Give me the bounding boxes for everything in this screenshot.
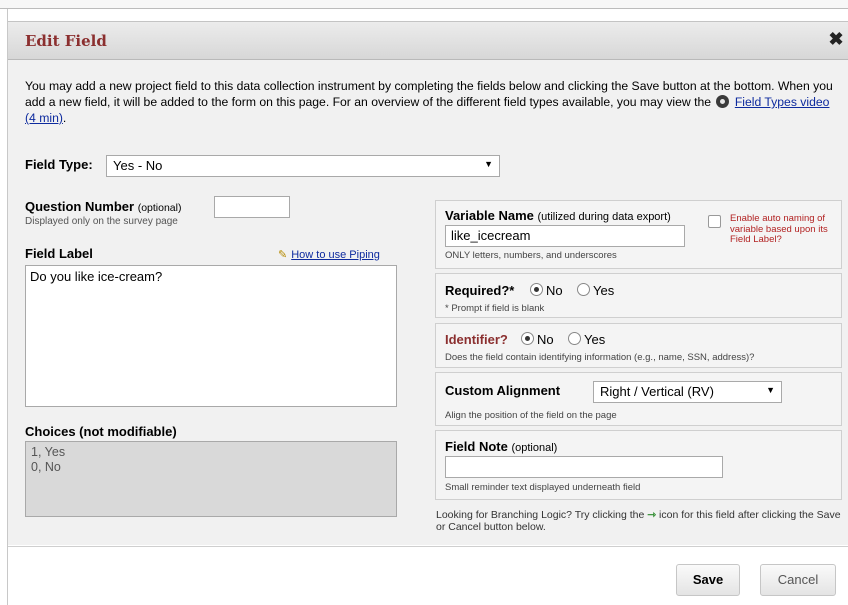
dialog-titlebar: Edit Field ✖ — [8, 21, 848, 60]
chevron-down-icon: ▼ — [484, 159, 493, 169]
cancel-button[interactable]: Cancel — [760, 564, 836, 596]
choice-item: 0, No — [31, 460, 61, 474]
variable-name-title: Variable Name — [445, 208, 534, 223]
required-hint: * Prompt if field is blank — [445, 303, 545, 314]
edit-field-dialog: Edit Field ✖ You may add a new project f… — [7, 9, 848, 605]
variable-name-panel: Variable Name (utilized during data expo… — [435, 200, 842, 269]
auto-naming-label: Enable auto naming of variable based upo… — [730, 213, 828, 245]
field-note-hint: Small reminder text displayed underneath… — [445, 482, 641, 493]
identifier-yes-label: Yes — [584, 332, 606, 347]
intro-text: You may add a new project field to this … — [25, 78, 835, 126]
required-yes-label: Yes — [593, 283, 615, 298]
piping-help-link[interactable]: ✎ How to use Piping — [278, 248, 380, 261]
footer-divider — [8, 546, 848, 547]
radio-unselected-icon — [577, 283, 590, 296]
radio-selected-icon — [521, 332, 534, 345]
question-number-hint: Displayed only on the survey page — [25, 216, 178, 227]
close-icon[interactable]: ✖ — [827, 29, 845, 49]
alignment-select[interactable]: Right / Vertical (RV) ▼ — [593, 381, 782, 403]
alignment-hint: Align the position of the field on the p… — [445, 410, 617, 421]
identifier-hint: Does the field contain identifying infor… — [445, 352, 755, 363]
field-label-title: Field Label — [25, 246, 93, 261]
required-no-label: No — [546, 283, 563, 298]
dialog-title: Edit Field — [25, 32, 107, 50]
field-type-value: Yes - No — [113, 158, 163, 173]
field-note-optional: (optional) — [511, 442, 558, 454]
identifier-panel: Identifier? No Yes Does the field contai… — [435, 323, 842, 368]
radio-selected-icon — [530, 283, 543, 296]
alignment-value: Right / Vertical (RV) — [600, 384, 714, 399]
choices-box: 1, Yes 0, No — [25, 441, 397, 517]
pencil-icon: ✎ — [278, 249, 288, 261]
intro-end: . — [62, 111, 67, 125]
branching-funnel-icon: ⇾ — [647, 509, 657, 521]
film-reel-icon — [716, 95, 730, 108]
variable-name-label: Variable Name (utilized during data expo… — [445, 208, 671, 223]
identifier-no-label: No — [537, 332, 554, 347]
field-note-input[interactable] — [445, 456, 723, 478]
question-number-input[interactable] — [214, 196, 290, 218]
field-note-title: Field Note — [445, 439, 508, 454]
identifier-radio-no[interactable]: No — [521, 332, 554, 347]
branching-text-before: Looking for Branching Logic? Try clickin… — [436, 509, 645, 521]
question-number-optional: (optional) — [137, 202, 182, 214]
field-note-label: Field Note (optional) — [445, 439, 557, 454]
auto-naming-checkbox[interactable] — [708, 215, 721, 228]
question-number-label: Question Number (optional) — [25, 199, 181, 214]
branching-logic-hint: Looking for Branching Logic? Try clickin… — [436, 509, 841, 533]
question-number-title: Question Number — [25, 199, 135, 214]
alignment-label: Custom Alignment — [445, 383, 561, 398]
radio-unselected-icon — [568, 332, 581, 345]
variable-name-note: (utilized during data export) — [537, 211, 671, 223]
required-panel: Required?* No Yes * Prompt if field is b… — [435, 273, 842, 318]
variable-name-hint: ONLY letters, numbers, and underscores — [445, 250, 617, 261]
page-top-strip — [0, 0, 848, 9]
required-radio-yes[interactable]: Yes — [577, 283, 614, 298]
piping-link-text: How to use Piping — [291, 249, 380, 261]
dialog-content: You may add a new project field to this … — [8, 60, 848, 545]
intro-paragraph: You may add a new project field to this … — [25, 79, 833, 109]
field-label-textarea[interactable]: Do you like ice-cream? — [25, 265, 397, 407]
chevron-down-icon: ▼ — [766, 385, 775, 395]
save-button[interactable]: Save — [676, 564, 740, 596]
field-type-select[interactable]: Yes - No ▼ — [106, 155, 500, 177]
required-radio-no[interactable]: No — [530, 283, 563, 298]
variable-name-input[interactable]: like_icecream — [445, 225, 685, 247]
choice-item: 1, Yes — [31, 445, 66, 459]
field-note-panel: Field Note (optional) Small reminder tex… — [435, 430, 842, 500]
field-type-label: Field Type: — [25, 157, 93, 172]
choices-label: Choices (not modifiable) — [25, 424, 177, 439]
alignment-panel: Custom Alignment Right / Vertical (RV) ▼… — [435, 372, 842, 426]
required-label: Required?* — [445, 283, 515, 298]
identifier-label: Identifier? — [445, 332, 508, 347]
identifier-radio-yes[interactable]: Yes — [568, 332, 605, 347]
